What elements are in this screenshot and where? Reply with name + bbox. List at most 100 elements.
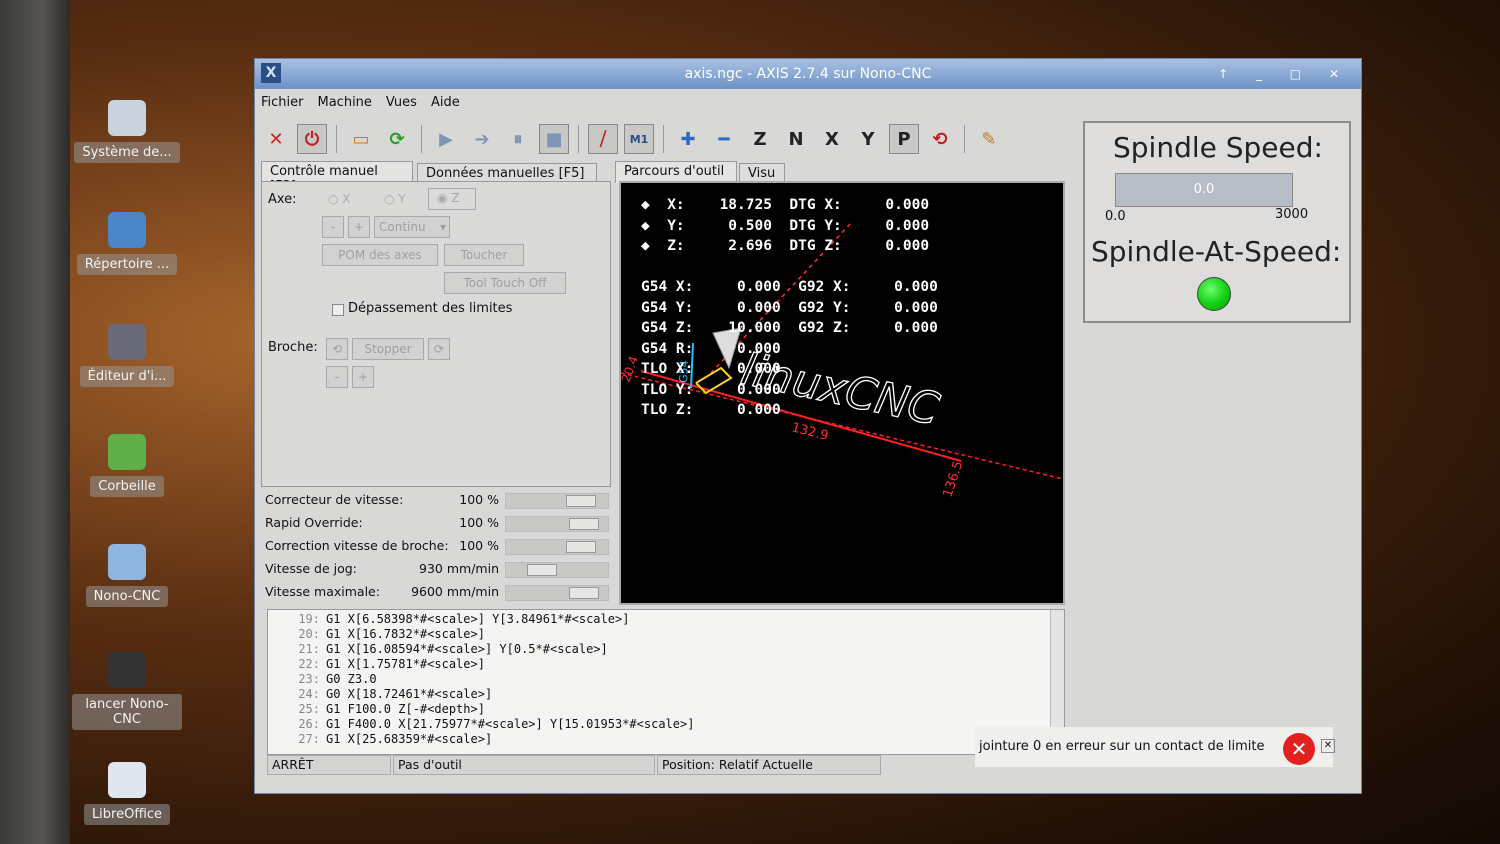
toolpath-preview[interactable]: linuxCNC 132.9 136.5 20.4 G54 ◆ X: 18.72… bbox=[619, 181, 1065, 605]
gcode-line[interactable]: 24: G0 X[18.72461*#<scale>] bbox=[268, 687, 1064, 702]
gcode-line[interactable]: 27: G1 X[25.68359*#<scale>] bbox=[268, 732, 1064, 747]
tab-manual-control[interactable]: Contrôle manuel [F3] bbox=[261, 161, 413, 194]
z-dimension-label: 20.4 bbox=[621, 354, 641, 384]
desktop-icon-2[interactable]: Répertoire ... bbox=[72, 212, 182, 275]
slider-label: Vitesse de jog: bbox=[265, 561, 357, 576]
gcode-line-number: 23: bbox=[298, 672, 320, 686]
zoom-out-icon[interactable]: ━ bbox=[709, 124, 739, 154]
tool-touch-off-button[interactable]: Tool Touch Off bbox=[444, 272, 566, 294]
gcode-line[interactable]: 20: G1 X[16.7832*#<scale>] bbox=[268, 627, 1064, 642]
slider-thumb[interactable] bbox=[566, 541, 596, 553]
monitor-bezel bbox=[0, 0, 70, 844]
view-p-icon[interactable]: P bbox=[889, 124, 919, 154]
menu-vues[interactable]: Vues bbox=[386, 95, 417, 110]
pause-icon[interactable]: ⏸ bbox=[503, 124, 533, 154]
gcode-line[interactable]: 23: G0 Z3.0 bbox=[268, 672, 1064, 687]
axis-x-radio[interactable]: ○ X bbox=[328, 192, 351, 206]
slider-track[interactable] bbox=[505, 562, 609, 578]
gcode-listing[interactable]: 19: G1 X[6.58398*#<scale>] Y[3.84961*#<sc… bbox=[267, 609, 1065, 755]
spindle-ccw-icon[interactable]: ⟲ bbox=[326, 338, 348, 360]
toolbar-separator bbox=[663, 125, 664, 153]
jog-plus-button[interactable]: + bbox=[348, 216, 370, 238]
run-icon[interactable]: ▶ bbox=[431, 124, 461, 154]
chevron-down-icon: ▾ bbox=[439, 220, 446, 234]
gcode-line[interactable]: 25: G1 F100.0 Z[-#<depth>] bbox=[268, 702, 1064, 717]
desktop-icon-4[interactable]: Corbeille bbox=[72, 434, 182, 497]
dro-line: G54 Z: 10.000 G92 Z: 0.000 bbox=[641, 320, 938, 336]
desktop-icon-1[interactable]: Système de... bbox=[72, 100, 182, 163]
desktop-icon-6[interactable]: lancer Nono-CNC bbox=[72, 652, 182, 730]
slider-thumb[interactable] bbox=[569, 587, 599, 599]
slider-track[interactable] bbox=[505, 539, 609, 555]
step-icon[interactable]: ➔ bbox=[467, 124, 497, 154]
dro-line: TLO Y: 0.000 bbox=[641, 381, 781, 398]
menu-fichier[interactable]: Fichier bbox=[261, 95, 304, 110]
slider-track[interactable] bbox=[505, 493, 609, 509]
toolbar-separator bbox=[964, 125, 965, 153]
override-sliders: Correcteur de vitesse: 100 % Rapid Overrid… bbox=[261, 489, 611, 604]
dro-line: ◆ Y: 0.500 DTG Y: 0.000 bbox=[641, 217, 930, 234]
window-controls[interactable]: ↑ _ □ ✕ bbox=[1218, 59, 1351, 89]
override-limits-checkbox[interactable] bbox=[332, 304, 344, 316]
open-file-icon[interactable]: ▭ bbox=[346, 124, 376, 154]
spindle-faster-button[interactable]: + bbox=[352, 366, 374, 388]
spindle-at-speed-title: Spindle-At-Speed: bbox=[1091, 235, 1342, 268]
optional-stop-icon[interactable]: M1 bbox=[624, 124, 654, 154]
dro-line: TLO X: 0.000 bbox=[641, 361, 781, 377]
dismiss-error-button[interactable]: ✕ bbox=[1321, 739, 1335, 753]
override-limits-label: Dépassement des limites bbox=[348, 301, 513, 316]
block-delete-icon[interactable]: ⧸ bbox=[588, 124, 618, 154]
touch-off-button[interactable]: Toucher bbox=[444, 244, 524, 266]
desktop-icon-glyph-icon bbox=[108, 100, 146, 136]
dro-line bbox=[641, 257, 938, 278]
slider-value: 100 % bbox=[459, 492, 499, 507]
desktop-icon-5[interactable]: Nono-CNC bbox=[72, 544, 182, 607]
slider-track[interactable] bbox=[505, 585, 609, 601]
tab-toolpath[interactable]: Parcours d'outil bbox=[615, 161, 737, 183]
slider-thumb[interactable] bbox=[569, 518, 599, 530]
desktop-icon-glyph-icon bbox=[108, 544, 146, 580]
zoom-in-icon[interactable]: ✚ bbox=[673, 124, 703, 154]
gcode-line[interactable]: 22: G1 X[1.75781*#<scale>] bbox=[268, 657, 1064, 672]
spindle-cw-icon[interactable]: ⟳ bbox=[428, 338, 450, 360]
menu-machine[interactable]: Machine bbox=[318, 95, 372, 110]
stop-icon[interactable]: ■ bbox=[539, 124, 569, 154]
slider-track[interactable] bbox=[505, 516, 609, 532]
gcode-line-number: 19: bbox=[298, 612, 320, 626]
slider-thumb[interactable] bbox=[566, 495, 596, 507]
desktop-icon-7[interactable]: LibreOffice bbox=[72, 762, 182, 825]
slider-value: 9600 mm/min bbox=[411, 584, 499, 599]
title-bar[interactable]: X axis.ngc - AXIS 2.7.4 sur Nono-CNC ↑ _… bbox=[255, 59, 1361, 89]
dro-line: G54 R: 0.000 bbox=[641, 340, 781, 357]
gcode-lines: 19: G1 X[6.58398*#<scale>] Y[3.84961*#<sc… bbox=[268, 610, 1064, 747]
view-x-icon[interactable]: X bbox=[817, 124, 847, 154]
axis-y-radio[interactable]: ○ Y bbox=[384, 192, 406, 206]
home-axes-button[interactable]: POM des axes bbox=[322, 244, 438, 266]
rotate-icon[interactable]: ⟲ bbox=[925, 124, 955, 154]
clear-plot-icon[interactable]: ✎ bbox=[974, 124, 1004, 154]
gcode-line[interactable]: 26: G1 F400.0 X[21.75977*#<scale>] Y[15.0… bbox=[268, 717, 1064, 732]
spindle-panel: Spindle Speed: 0.0 0.0 3000 Spindle-At-S… bbox=[1083, 121, 1351, 323]
menu-bar: Fichier Machine Vues Aide bbox=[255, 89, 1361, 115]
view-z2-icon[interactable]: N bbox=[781, 124, 811, 154]
jog-minus-button[interactable]: - bbox=[322, 216, 344, 238]
gcode-line[interactable]: 19: G1 X[6.58398*#<scale>] Y[3.84961*#<sc… bbox=[268, 612, 1064, 627]
reload-icon[interactable]: ⟳ bbox=[382, 124, 412, 154]
desktop-icon-3[interactable]: Éditeur d'i... bbox=[72, 324, 182, 387]
spindle-slower-button[interactable]: - bbox=[326, 366, 348, 388]
slider-thumb[interactable] bbox=[527, 564, 557, 576]
view-z-icon[interactable]: Z bbox=[745, 124, 775, 154]
gcode-line[interactable]: 21: G1 X[16.08594*#<scale>] Y[0.5*#<scale… bbox=[268, 642, 1064, 657]
desktop-icon-label: Corbeille bbox=[90, 476, 164, 497]
axis-z-radio[interactable]: ◉ Z bbox=[428, 188, 476, 210]
jog-mode-select[interactable]: Continu ▾ bbox=[374, 216, 450, 238]
gcode-line-number: 26: bbox=[298, 717, 320, 731]
y-dimension-label: 136.5 bbox=[941, 459, 967, 499]
power-icon[interactable]: ⏻ bbox=[297, 124, 327, 154]
gcode-line-number: 24: bbox=[298, 687, 320, 701]
slider-label: Correcteur de vitesse: bbox=[265, 492, 404, 507]
spindle-stop-button[interactable]: Stopper bbox=[352, 338, 424, 360]
menu-aide[interactable]: Aide bbox=[431, 95, 460, 110]
estop-icon[interactable]: ✕ bbox=[261, 124, 291, 154]
view-y-icon[interactable]: Y bbox=[853, 124, 883, 154]
